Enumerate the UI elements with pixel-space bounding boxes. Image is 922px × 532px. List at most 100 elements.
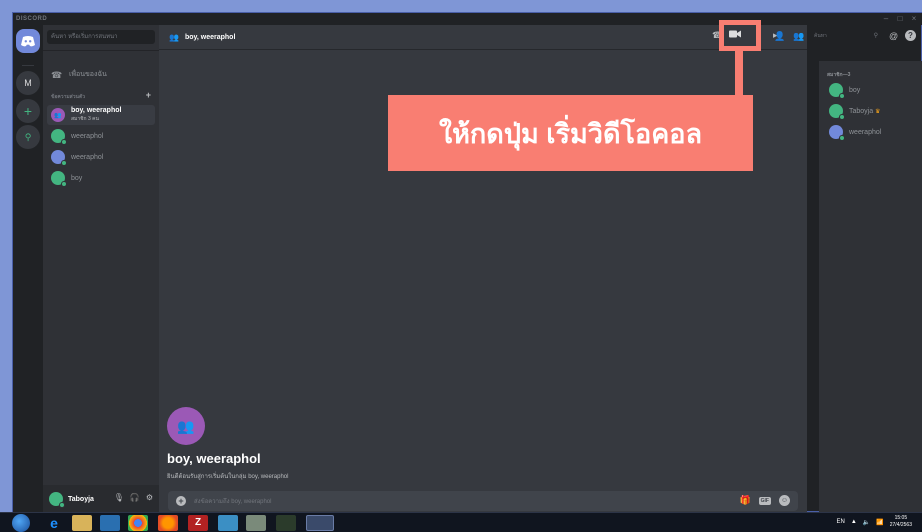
upload-plus-icon[interactable]: +	[176, 496, 186, 506]
user-panel: Taboyja 🎙 🎧 ⚙	[43, 485, 159, 513]
online-status-icon	[59, 502, 65, 508]
tray-arrow-icon[interactable]: ▲	[851, 519, 857, 525]
dm-item-group-text: boy, weeraphol สมาชิก 3 คน	[71, 107, 121, 123]
instruction-callout: ให้กดปุ่ม เริ่มวิดีโอคอล	[388, 95, 753, 171]
member-list-toggle-icon[interactable]: 👥	[793, 31, 804, 42]
system-tray: EN ▲ 🔈 📶 15:05 27/4/2563	[836, 515, 912, 529]
add-server-button[interactable]: +	[16, 99, 40, 123]
discord-window: DISCORD – □ × M + ⚲ ค้นหา หรือเริ่มการสน…	[12, 12, 922, 513]
intro-subtitle: ยินดีต้อนรับสู่การเริ่มต้นในกลุ่ม boy, w…	[167, 474, 289, 480]
explore-servers-button[interactable]: ⚲	[16, 125, 40, 149]
start-button[interactable]	[12, 514, 30, 532]
settings-gear-icon[interactable]: ⚙	[146, 493, 153, 502]
volume-icon[interactable]: 🔈	[863, 519, 870, 526]
minimize-button[interactable]: –	[879, 13, 893, 25]
intro-title: boy, weeraphol	[167, 451, 261, 466]
member-name: boy	[849, 86, 861, 94]
chat-title: boy, weeraphol	[184, 33, 236, 41]
avatar	[51, 171, 67, 187]
language-indicator[interactable]: EN	[836, 519, 844, 525]
group-dm-icon: 👥	[169, 32, 179, 42]
online-status-icon	[839, 135, 845, 141]
friends-icon: ☎	[51, 69, 63, 80]
avatar	[829, 83, 845, 99]
member-list-header: สมาชิก—3	[827, 72, 851, 78]
dm-item-name: weeraphol	[71, 153, 104, 161]
friends-button[interactable]: ☎ เพื่อนของฉัน	[51, 69, 107, 80]
callout-connector	[735, 51, 743, 95]
help-icon[interactable]: ?	[905, 30, 916, 41]
dm-item-group[interactable]: 👥 boy, weeraphol สมาชิก 3 คน	[47, 105, 155, 125]
create-dm-button[interactable]: +	[146, 90, 151, 100]
user-controls: 🎙 🎧 ⚙	[114, 493, 153, 502]
dm-item-name: boy	[71, 174, 83, 182]
server-rail: M + ⚲	[13, 25, 43, 513]
dm-header: ข้อความส่วนตัว +	[51, 90, 151, 101]
window-title: DISCORD	[13, 13, 922, 25]
app-icon[interactable]	[218, 515, 238, 531]
friends-label: เพื่อนของฉัน	[69, 71, 107, 78]
explorer-icon[interactable]	[72, 515, 92, 531]
search-conversation-button[interactable]: ค้นหา หรือเริ่มการสนทนา	[47, 30, 155, 44]
composer-actions: 🎁 GIF ☺	[739, 495, 790, 506]
clock-time: 15:05	[894, 515, 908, 521]
search-icon: ⚲	[873, 33, 878, 39]
rail-separator	[22, 65, 34, 66]
video-camera-icon[interactable]	[729, 30, 741, 38]
member-item-taboyja[interactable]: Taboyja ♛	[829, 102, 921, 120]
dm-header-label: ข้อความส่วนตัว	[51, 94, 86, 100]
online-status-icon	[839, 93, 845, 99]
message-composer: + ส่งข้อความถึง boy, weeraphol 🎁 GIF ☺	[168, 491, 798, 511]
chrome-icon[interactable]	[128, 515, 148, 531]
dm-sidebar: ค้นหา หรือเริ่มการสนทนา ☎ เพื่อนของฉัน ข…	[43, 25, 159, 513]
server-m-button[interactable]: M	[16, 71, 40, 95]
filezilla-icon[interactable]: Z	[188, 515, 208, 531]
user-avatar[interactable]	[49, 492, 65, 508]
dm-item-boy[interactable]: boy	[47, 168, 155, 188]
clock[interactable]: 15:05 27/4/2563	[890, 515, 912, 529]
dm-item-sub: สมาชิก 3 คน	[71, 116, 99, 122]
app-icon-2[interactable]	[246, 515, 266, 531]
app-icon-3[interactable]	[276, 515, 296, 531]
mute-icon[interactable]: 🎙	[114, 493, 124, 502]
member-item-boy[interactable]: boy	[829, 81, 921, 99]
avatar	[51, 129, 67, 145]
owner-crown-icon: ♛	[875, 108, 881, 115]
dm-item-name: boy, weeraphol	[71, 107, 122, 114]
discord-taskbar-icon[interactable]	[306, 515, 334, 531]
member-name: Taboyja	[849, 107, 874, 115]
avatar	[829, 104, 845, 120]
member-item-weeraphol[interactable]: weeraphol	[829, 123, 921, 141]
add-member-icon[interactable]: 👤	[774, 31, 785, 42]
message-input[interactable]: ส่งข้อความถึง boy, weeraphol	[194, 496, 271, 506]
headphones-icon[interactable]: 🎧	[130, 493, 140, 502]
group-avatar: 👥	[51, 108, 65, 122]
gif-button[interactable]: GIF	[758, 496, 771, 505]
intro-group-avatar: 👥	[167, 407, 205, 445]
ie-icon[interactable]: e	[44, 515, 64, 531]
dm-item-weeraphol-2[interactable]: weeraphol	[47, 147, 155, 167]
mentions-icon[interactable]: @	[889, 31, 898, 41]
group-icon: 👥	[177, 417, 195, 434]
firefox-icon[interactable]	[158, 515, 178, 531]
emoji-icon[interactable]: ☺	[779, 495, 790, 506]
header-search-input[interactable]: ค้นหา ⚲	[810, 30, 882, 42]
dm-item-name: weeraphol	[71, 132, 104, 140]
video-call-highlight	[719, 20, 761, 51]
member-list: สมาชิก—3 boy Taboyja ♛ weeraphol	[819, 61, 922, 513]
discord-logo-icon	[21, 36, 35, 47]
network-icon[interactable]: 📶	[876, 519, 883, 526]
online-status-icon	[839, 114, 845, 120]
maximize-button[interactable]: □	[893, 13, 907, 25]
dm-item-weeraphol[interactable]: weeraphol	[47, 126, 155, 146]
member-name: weeraphol	[849, 128, 882, 136]
close-button[interactable]: ×	[907, 13, 921, 25]
media-player-icon[interactable]	[100, 515, 120, 531]
gift-icon[interactable]: 🎁	[739, 495, 750, 506]
user-name: Taboyja	[68, 495, 94, 503]
home-button[interactable]	[16, 29, 40, 53]
sidebar-divider	[43, 50, 159, 51]
avatar	[829, 125, 845, 141]
online-status-icon	[61, 139, 67, 145]
online-status-icon	[61, 160, 67, 166]
